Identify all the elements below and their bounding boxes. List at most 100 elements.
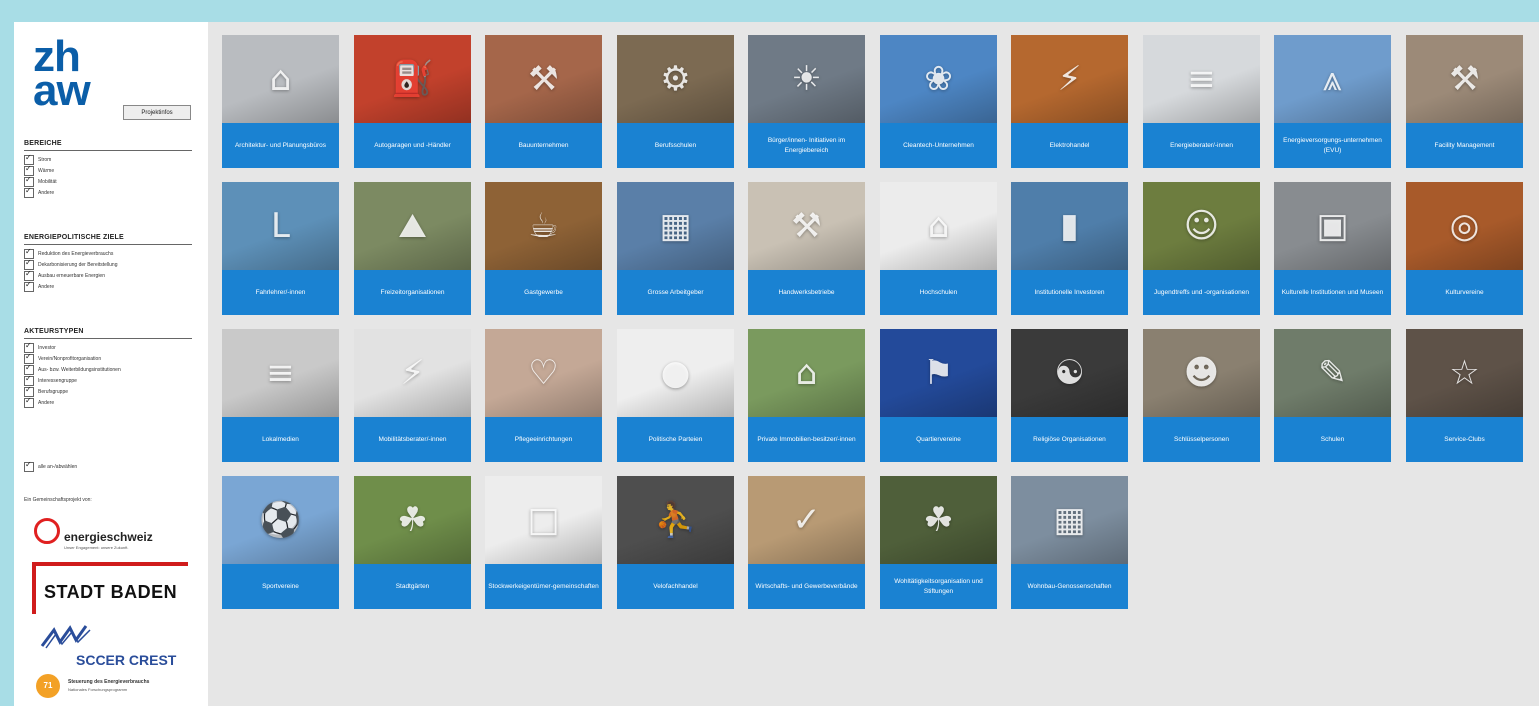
actor-tile[interactable]: ▮ Institutionelle Investoren [1011, 182, 1128, 315]
actor-tile[interactable]: ⌂ Private Immobilien-besitzer/-innen [748, 329, 865, 462]
actor-tile[interactable]: ▦ Wohnbau-Genossenschaften [1011, 476, 1128, 609]
filter-option-label: Wärme [38, 168, 55, 174]
actor-tile[interactable]: ◎ Kulturvereine [1406, 182, 1523, 315]
skyscraper-icon: ▮ [1060, 206, 1079, 246]
actor-tile[interactable]: ▣ Kulturelle Institutionen und Museen [1274, 182, 1391, 315]
select-all-row: alle an-/abwählen [24, 460, 192, 473]
tile-label: Religiöse Organisationen [1011, 417, 1128, 462]
filter-option[interactable]: Andere [24, 396, 192, 408]
actor-tile[interactable]: ⚒ Handwerksbetriebe [748, 182, 865, 315]
tile-image: □ [485, 476, 602, 564]
tile-image: ⚙ [617, 35, 734, 123]
filter-option[interactable]: Strom [24, 153, 192, 165]
filter-option[interactable]: Dekarbonisierung der Bereitstellung [24, 258, 192, 270]
actor-tile[interactable]: ✎ Schulen [1274, 329, 1391, 462]
filter-option[interactable]: Andere [24, 280, 192, 292]
craftsman-icon: ⚒ [791, 206, 822, 246]
actor-tile[interactable]: ☕ Gastgewerbe [485, 182, 602, 315]
actor-tile[interactable]: ♡ Pflegeeinrichtungen [485, 329, 602, 462]
energy-label-icon: ≡ [1187, 59, 1216, 99]
religion-symbols-icon: ☯ [1054, 353, 1085, 393]
filter-option[interactable]: Interessengruppe [24, 374, 192, 386]
restaurant-sign-icon: ☕ [528, 206, 559, 246]
newspaper-icon: ≡ [266, 353, 295, 393]
actor-tile[interactable]: ⚒ Bauunternehmen [485, 35, 602, 168]
energieschweiz-name: energieschweiz [64, 530, 153, 544]
tile-label: Kulturelle Institutionen und Museen [1274, 270, 1391, 315]
checkbox[interactable] [24, 396, 34, 408]
tile-label: Handwerksbetriebe [748, 270, 865, 315]
tile-label: Stockwerkeigentümer-gemeinschaften [485, 564, 602, 609]
checkbox[interactable] [24, 280, 34, 292]
actor-tile[interactable]: ⛰ Freizeitorganisationen [354, 182, 471, 315]
actor-tile[interactable]: L Fahrlehrer/-innen [222, 182, 339, 315]
checkbox[interactable] [24, 186, 34, 198]
select-all-toggle[interactable]: alle an-/abwählen [24, 460, 192, 472]
actor-tile[interactable]: ⛹ Velofachhandel [617, 476, 734, 609]
filter-option[interactable]: Verein/Nonprofitorganisation [24, 352, 192, 364]
tile-image: ❀ [880, 35, 997, 123]
actor-tile[interactable]: ● Politische Parteien [617, 329, 734, 462]
actor-tile[interactable]: ⌂ Hochschulen [880, 182, 997, 315]
filter-option[interactable]: Reduktion des Energieverbrauchs [24, 247, 192, 259]
actor-tile[interactable]: ⌂ Architektur- und Planungsbüros [222, 35, 339, 168]
nfp-title: Steuerung des Energieverbrauchs [68, 679, 150, 685]
actor-tile[interactable]: ⛽ Autogaragen und -Händler [354, 35, 471, 168]
actor-tile[interactable]: ☻ Schlüsselpersonen [1143, 329, 1260, 462]
filter-option[interactable]: Berufsgruppe [24, 385, 192, 397]
tile-label: Grosse Arbeitgeber [617, 270, 734, 315]
filter-option-label: Strom [38, 157, 52, 163]
actor-tile[interactable]: ▦ Grosse Arbeitgeber [617, 182, 734, 315]
filter-option[interactable]: Ausbau erneuerbare Energien [24, 269, 192, 281]
wind-turbine-icon: ❀ [924, 59, 953, 99]
actor-tile[interactable]: ⚑ Quartiervereine [880, 329, 997, 462]
tile-image: ♡ [485, 329, 602, 417]
tile-label: Elektrohandel [1011, 123, 1128, 168]
tile-label: Mobilitätsberater/-innen [354, 417, 471, 462]
paella-icon: ◎ [1449, 206, 1480, 246]
actor-tile[interactable]: ☆ Service-Clubs [1406, 329, 1523, 462]
actor-tile[interactable]: ⚡ Mobilitätsberater/-innen [354, 329, 471, 462]
actor-tile[interactable]: □ Stockwerkeigentümer-gemeinschaften [485, 476, 602, 609]
tile-image: ☕ [485, 182, 602, 270]
actor-tile[interactable]: ≡ Lokalmedien [222, 329, 339, 462]
actor-tile[interactable]: ⚽ Sportvereine [222, 476, 339, 609]
sccer-crest-name: SCCER CREST [76, 652, 177, 668]
section-title: ENERGIEPOLITISCHE ZIELE [24, 234, 192, 245]
actor-tile[interactable]: ❀ Cleantech-Unternehmen [880, 35, 997, 168]
zhaw-logo[interactable]: zh aw [33, 35, 91, 115]
actor-tile[interactable]: ☘ Wohltätigkeitsorganisation und Stiftung… [880, 476, 997, 609]
tile-label: Facility Management [1406, 123, 1523, 168]
tile-image: ⩓ [1274, 35, 1391, 123]
blueprint-icon: ⌂ [269, 59, 292, 99]
filter-option[interactable]: Investor [24, 341, 192, 353]
partner-intro: Ein Gemeinschaftsprojekt von: [24, 497, 92, 503]
filter-option[interactable]: Mobilität [24, 175, 192, 187]
filter-option[interactable]: Aus- bzw. Weiterbildungsinstitutionen [24, 363, 192, 375]
actor-tile[interactable]: ⩓ Energieversorgungs-unternehmen (EVU) [1274, 35, 1391, 168]
tile-image: ✎ [1274, 329, 1391, 417]
energieschweiz-ring-icon [34, 518, 60, 544]
power-pylon-icon: ⩓ [1322, 59, 1343, 99]
logo-line2: aw [33, 66, 91, 115]
actor-tile[interactable]: ⚡ Elektrohandel [1011, 35, 1128, 168]
actor-tile[interactable]: ⚙ Berufsschulen [617, 35, 734, 168]
filter-option[interactable]: Andere [24, 186, 192, 198]
filter-section-akteurstypen: AKTEURSTYPEN Investor Verein/Nonprofitor… [24, 328, 192, 409]
filter-option[interactable]: Wärme [24, 164, 192, 176]
sidebar: zh aw Projektinfos BEREICHE Strom Wärme … [14, 22, 208, 706]
actor-tile[interactable]: ⚒ Facility Management [1406, 35, 1523, 168]
actor-tile[interactable]: ✓ Wirtschafts- und Gewerbeverbände [748, 476, 865, 609]
house-icon: ⌂ [795, 353, 818, 393]
actor-tile[interactable]: ☺ Jugendtreffs und -organisationen [1143, 182, 1260, 315]
conference-icon: ☻ [1183, 353, 1220, 393]
select-all-label: alle an-/abwählen [38, 464, 78, 470]
actor-tile[interactable]: ☘ Stadtgärten [354, 476, 471, 609]
actor-tile[interactable]: ☯ Religiöse Organisationen [1011, 329, 1128, 462]
actor-tile[interactable]: ≡ Energieberater/-innen [1143, 35, 1260, 168]
tile-label: Wirtschafts- und Gewerbeverbände [748, 564, 865, 609]
filter-section-ziele: ENERGIEPOLITISCHE ZIELE Reduktion des En… [24, 234, 192, 293]
checkbox[interactable] [24, 460, 34, 472]
project-info-button[interactable]: Projektinfos [123, 105, 191, 120]
actor-tile[interactable]: ☀ Bürger/innen- Initiativen im Energieber… [748, 35, 865, 168]
